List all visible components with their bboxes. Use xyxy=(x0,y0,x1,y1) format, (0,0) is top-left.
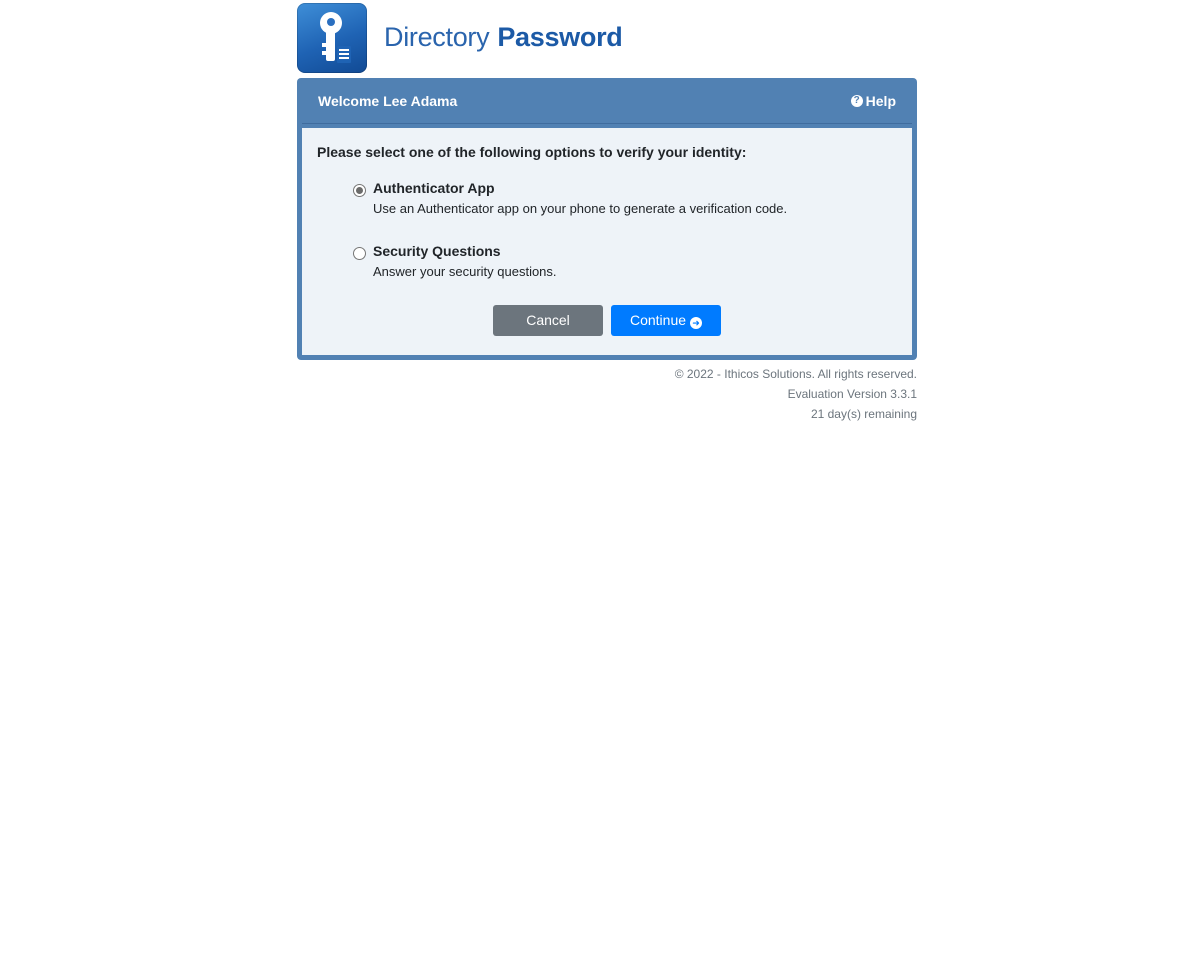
brand-word-password: Password xyxy=(497,22,623,52)
verify-prompt: Please select one of the following optio… xyxy=(317,144,747,160)
action-buttons: Cancel Continue ➜ xyxy=(317,305,897,336)
brand-name: Directory Password xyxy=(384,20,623,54)
option-description: Use an Authenticator app on your phone t… xyxy=(373,201,788,216)
copyright-text: © 2022 - Ithicos Solutions. All rights r… xyxy=(674,367,917,381)
question-circle-icon: ? xyxy=(850,95,863,107)
help-label: Help xyxy=(865,93,896,109)
option-title[interactable]: Authenticator App xyxy=(373,180,495,196)
card-header: Welcome Lee Adama ? Help xyxy=(302,78,912,124)
key-document-icon xyxy=(297,3,367,73)
help-link[interactable]: ? Help xyxy=(850,93,896,109)
authenticator-app-radio[interactable] xyxy=(353,184,366,197)
option-description: Answer your security questions. xyxy=(373,264,557,279)
page-container: Directory Password Welcome Lee Adama ? He… xyxy=(297,3,917,424)
security-questions-radio[interactable] xyxy=(353,247,366,260)
version-text: Evaluation Version 3.3.1 xyxy=(787,387,917,401)
page-footer: © 2022 - Ithicos Solutions. All rights r… xyxy=(297,364,917,424)
welcome-text: Welcome Lee Adama xyxy=(318,93,458,109)
arrow-circle-right-icon: ➜ xyxy=(690,317,703,329)
option-authenticator-app[interactable]: Authenticator App Use an Authenticator a… xyxy=(353,180,897,243)
brand-header: Directory Password xyxy=(297,3,917,73)
cancel-button[interactable]: Cancel xyxy=(493,305,603,336)
trial-remaining-text: 21 day(s) remaining xyxy=(810,407,917,421)
brand-word-directory: Directory xyxy=(384,22,490,52)
continue-label: Continue xyxy=(629,312,687,328)
card-body: Please select one of the following optio… xyxy=(302,128,912,355)
verification-card: Welcome Lee Adama ? Help Please select o… xyxy=(297,78,917,360)
continue-button[interactable]: Continue ➜ xyxy=(611,305,721,336)
option-security-questions[interactable]: Security Questions Answer your security … xyxy=(353,243,897,306)
option-title[interactable]: Security Questions xyxy=(373,243,501,259)
